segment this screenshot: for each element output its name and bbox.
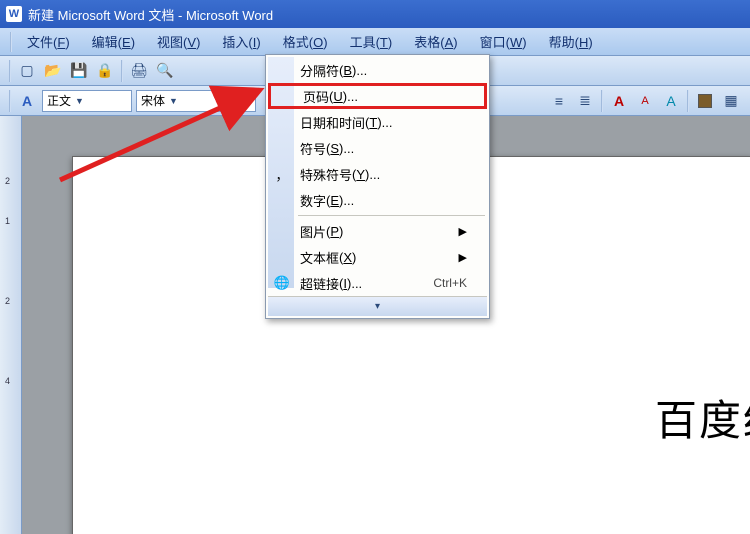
- align-left-button[interactable]: ≡: [547, 89, 571, 113]
- open-button[interactable]: 📂: [41, 59, 65, 83]
- permission-button[interactable]: 🔒: [93, 59, 117, 83]
- menu-tools[interactable]: 工具(T): [339, 28, 404, 55]
- menu-window[interactable]: 窗口(W): [469, 28, 538, 55]
- font-grow-button[interactable]: A: [607, 89, 631, 113]
- vertical-ruler[interactable]: 2 1 2 4: [0, 116, 22, 534]
- print-button[interactable]: 🖨: [127, 59, 151, 83]
- submenu-arrow-icon: ▶: [459, 225, 467, 238]
- menu-table[interactable]: 表格(A): [403, 28, 468, 55]
- submenu-arrow-icon: ▶: [459, 251, 467, 264]
- toolbar-grip: [9, 60, 11, 82]
- new-doc-button[interactable]: ▢: [15, 59, 39, 83]
- insert-break-item[interactable]: 分隔符(B)...: [268, 57, 487, 83]
- insert-symbol-item[interactable]: 符号(S)...: [268, 135, 487, 161]
- menu-insert[interactable]: 插入(I): [211, 28, 271, 55]
- save-button[interactable]: 💾: [67, 59, 91, 83]
- highlight-color-button[interactable]: [693, 89, 717, 113]
- menu-grip: [10, 32, 12, 52]
- font-shrink-button[interactable]: A: [633, 89, 657, 113]
- chevron-down-icon: ▾: [375, 301, 380, 312]
- insert-dropdown: 分隔符(B)... 页码(U)... 日期和时间(T)... 符号(S)... …: [265, 54, 490, 319]
- insert-picture-item[interactable]: 图片(P) ▶: [268, 218, 487, 244]
- app-icon: W: [6, 6, 22, 22]
- insert-page-number-item[interactable]: 页码(U)...: [268, 83, 487, 109]
- insert-special-symbol-item[interactable]: ， 特殊符号(Y)...: [268, 161, 487, 187]
- chevron-down-icon: ▼: [75, 96, 84, 106]
- styles-button[interactable]: A: [15, 89, 39, 113]
- align-center-button[interactable]: ≣: [573, 89, 597, 113]
- menu-edit[interactable]: 编辑(E): [81, 28, 146, 55]
- borders-button[interactable]: ▦: [719, 89, 743, 113]
- document-body-text: 百度经验: [655, 387, 750, 448]
- insert-number-item[interactable]: 数字(E)...: [268, 187, 487, 213]
- ruler-tick: 1: [5, 216, 10, 226]
- style-combo[interactable]: 正文▼: [42, 90, 132, 112]
- menu-separator: [298, 215, 485, 216]
- menu-bar: 文件(F) 编辑(E) 视图(V) 插入(I) 格式(O) 工具(T) 表格(A…: [0, 28, 750, 56]
- print-preview-button[interactable]: 🔍: [153, 59, 177, 83]
- separator: [687, 90, 689, 112]
- separator: [601, 90, 603, 112]
- font-combo[interactable]: 宋体▼: [136, 90, 256, 112]
- ruler-tick: 4: [5, 376, 10, 386]
- menu-view[interactable]: 视图(V): [146, 28, 211, 55]
- ruler-tick: 2: [5, 296, 10, 306]
- title-bar: W 新建 Microsoft Word 文档 - Microsoft Word: [0, 0, 750, 28]
- globe-link-icon: 🌐: [274, 275, 290, 291]
- shortcut-label: Ctrl+K: [433, 276, 467, 290]
- insert-hyperlink-item[interactable]: 🌐 超链接(I)... Ctrl+K: [268, 270, 487, 296]
- toolbar-grip: [9, 90, 11, 112]
- ruler-tick: 2: [5, 176, 10, 186]
- window-title: 新建 Microsoft Word 文档 - Microsoft Word: [28, 5, 273, 24]
- comma-icon: ，: [274, 166, 290, 182]
- menu-file[interactable]: 文件(F): [16, 28, 81, 55]
- insert-textbox-item[interactable]: 文本框(X) ▶: [268, 244, 487, 270]
- separator: [121, 60, 123, 82]
- character-scaling-button[interactable]: A: [659, 89, 683, 113]
- menu-help[interactable]: 帮助(H): [538, 28, 604, 55]
- insert-datetime-item[interactable]: 日期和时间(T)...: [268, 109, 487, 135]
- menu-format[interactable]: 格式(O): [272, 28, 339, 55]
- expand-menu-button[interactable]: ▾: [268, 296, 487, 316]
- chevron-down-icon: ▼: [169, 96, 178, 106]
